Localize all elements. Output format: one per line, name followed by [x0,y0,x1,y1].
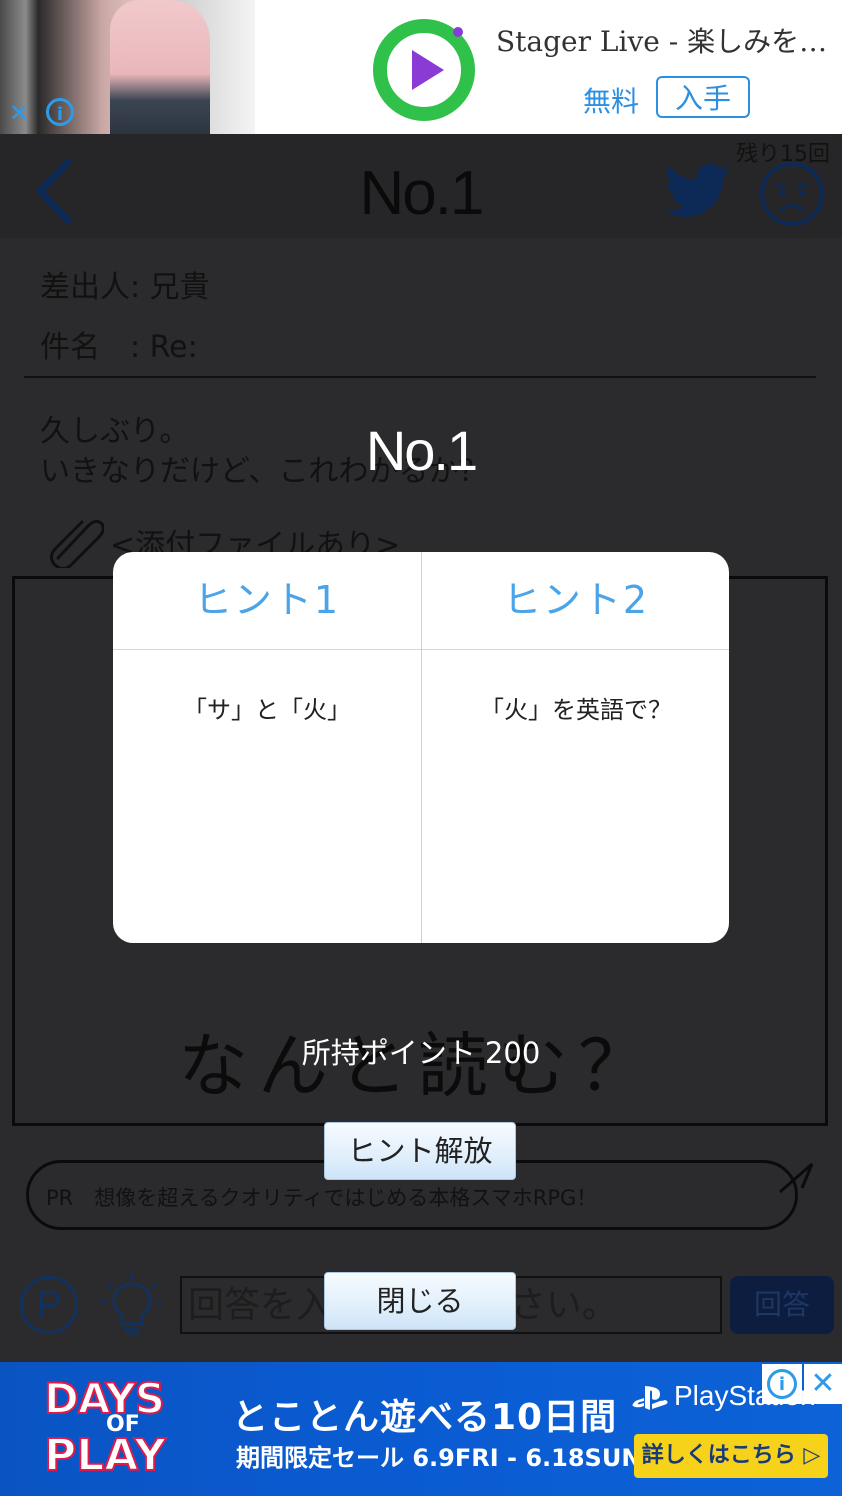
ad-close-icon[interactable]: ✕ [6,100,32,126]
modal-title: No.1 [365,419,478,482]
logo-play: PLAY [43,1429,167,1482]
logo-days: DAYS [43,1373,166,1424]
hint-2-text: 「火」を英語で？ [480,696,672,724]
mail-sender: 差出人: 兄貴 [40,270,210,305]
speech-tail-icon [779,1162,814,1194]
ad-subline: 期間限定セール 6.9FRI - 6.18SUN [236,1444,642,1472]
ad-details-button[interactable]: 詳しくはこちら ▷ [634,1434,828,1478]
twitter-icon[interactable] [664,162,732,222]
days-of-play-logo: DAYS OF PLAY [43,1373,204,1486]
hint-1-text: 「サ」と「火」 [183,696,351,724]
unlock-hint-button[interactable]: ヒント解放 [324,1122,516,1180]
ad-title: Stager Live - 楽しみを… [496,25,828,58]
play-app-icon[interactable] [372,18,476,122]
ad-price-label: 無料 [583,85,640,118]
worried-face-icon[interactable] [758,160,826,228]
hint-column[interactable]: ヒント1 「サ」と「火」 [113,552,421,943]
hint-column[interactable]: ヒント2 「火」を英語で？ [421,552,729,943]
mail-divider [24,376,816,378]
ad-close-icon[interactable]: ✕ [804,1364,842,1404]
ad-headline: とことん遊べる10日間 [232,1397,618,1438]
hint-panel: ヒント1 「サ」と「火」 ヒント2 「火」を英語で？ [113,552,729,943]
points-icon[interactable]: P [20,1276,78,1334]
playstation-icon [632,1385,668,1410]
close-modal-button[interactable]: 閉じる [324,1272,516,1330]
ad-info-glyph: i [767,1369,797,1399]
ad-info-icon[interactable]: i [46,98,74,126]
hint-2-label[interactable]: ヒント2 [422,552,729,650]
ad-photo-figure [110,0,210,134]
submit-answer-button[interactable]: 回答 [730,1276,834,1334]
lightbulb-icon[interactable] [100,1272,164,1338]
ad-photo [0,0,255,134]
ad-info-icon[interactable]: i [762,1364,802,1404]
mail-subject: 件名 : Re: [40,330,198,365]
paperclip-icon [49,519,104,568]
pr-text[interactable]: PR 想像を超えるクオリティではじめる本格スマホRPG！ [46,1182,597,1212]
ad-get-button[interactable]: 入手 [656,76,750,118]
hint-1-label[interactable]: ヒント1 [113,552,421,650]
points-balance: 所持ポイント 200 [301,1036,541,1070]
top-ad-banner[interactable]: ✕ i Stager Live - 楽しみを… 無料 入手 [0,0,842,134]
